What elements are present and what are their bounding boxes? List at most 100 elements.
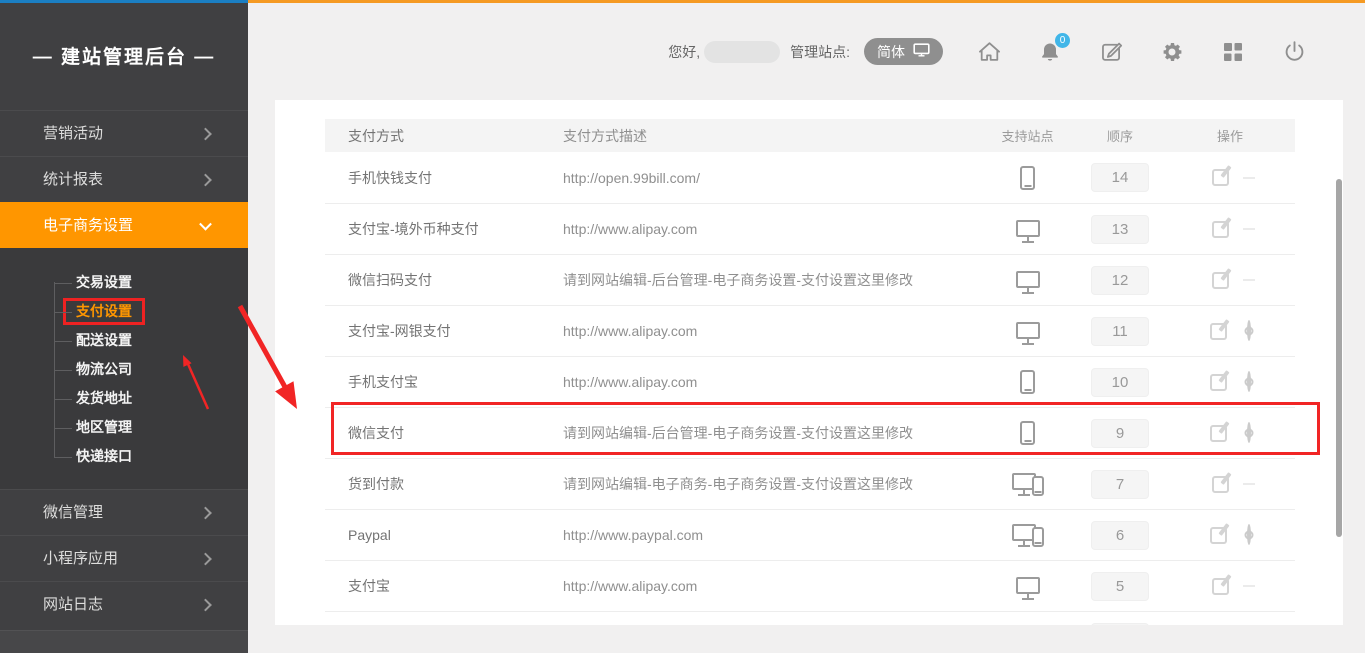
notifications-bell-icon[interactable]: 0 (1037, 39, 1063, 65)
payment-methods-table: 支付方式 支付方式描述 支持站点 顺序 操作 手机快钱支付 http://ope… (325, 119, 1295, 625)
edit-icon[interactable] (1212, 169, 1229, 186)
manage-site-label: 管理站点: (790, 42, 850, 62)
payment-method-desc: http://www.alipay.com (563, 374, 965, 390)
table-row: 支付宝 http://www.alipay.com 5 (325, 560, 1295, 611)
table-row: 手机支付宝 http://www.alipay.com 10 (325, 356, 1295, 407)
payment-method-name: 支付宝-境外币种支付 (325, 219, 563, 239)
sidebar-nav-item[interactable]: 营销活动 (0, 110, 248, 156)
table-row: 支付宝-境外币种支付 http://www.alipay.com 13 (325, 203, 1295, 254)
sidebar-nav-item[interactable]: 微信管理 (0, 489, 248, 535)
visibility-toggle[interactable] (1247, 526, 1251, 544)
chevron-icon (199, 552, 212, 565)
content-card: 支付方式 支付方式描述 支持站点 顺序 操作 手机快钱支付 http://ope… (275, 100, 1343, 625)
payment-method-name: Paypal (325, 527, 563, 543)
settings-gear-icon[interactable] (1159, 39, 1185, 65)
payment-method-name: 支付宝-网银支付 (325, 321, 563, 341)
edit-icon[interactable] (1210, 323, 1227, 340)
order-value: 6 (1091, 521, 1149, 550)
edit-icon[interactable] (1098, 39, 1124, 65)
payment-method-name: 手机支付宝 (325, 372, 563, 392)
sidebar-submenu-item[interactable]: 配送设置 (0, 326, 248, 355)
sidebar-submenu-item[interactable]: 支付设置 (0, 297, 248, 326)
visibility-toggle[interactable] (1247, 322, 1251, 340)
sidebar-submenu-item[interactable]: 物流公司 (0, 355, 248, 384)
greeting-text: 您好, (668, 42, 700, 62)
visibility-toggle[interactable] (1247, 424, 1251, 442)
header-order: 顺序 (1075, 126, 1165, 145)
apps-grid-icon[interactable] (1220, 39, 1246, 65)
visibility-toggle[interactable] (1247, 373, 1251, 391)
payment-method-name: 微信扫码支付 (325, 270, 563, 290)
payment-method-desc: http://www.alipay.com (563, 221, 965, 237)
monitor-icon (1016, 322, 1040, 339)
sidebar-submenu-item[interactable]: 交易设置 (0, 268, 248, 297)
phone-icon (1020, 421, 1035, 445)
eye-open-icon (1247, 371, 1251, 392)
table-row: 手机快钱支付 http://open.99bill.com/ 14 (325, 152, 1295, 203)
table-row: 微信支付 请到网站编辑-后台管理-电子商务设置-支付设置这里修改 9 (325, 407, 1295, 458)
payment-method-name: 微信支付 (325, 423, 563, 443)
table-row (325, 611, 1295, 625)
chevron-icon (199, 173, 212, 186)
sidebar-nav-item[interactable]: 网站日志 (0, 581, 248, 627)
order-value: 9 (1091, 419, 1149, 448)
payment-method-desc: http://open.99bill.com/ (563, 170, 965, 186)
home-icon[interactable] (976, 39, 1002, 65)
eye-open-icon (1247, 524, 1251, 545)
order-value: 13 (1091, 215, 1149, 244)
header-method: 支付方式 (325, 126, 563, 146)
payment-method-desc: http://www.alipay.com (563, 578, 965, 594)
phone-icon (1020, 370, 1035, 394)
topbar: 您好, 管理站点: 简体 0 (248, 0, 1365, 100)
content-top-strip (248, 0, 1365, 3)
chevron-icon (199, 127, 212, 140)
language-label: 简体 (877, 42, 905, 62)
power-logout-icon[interactable] (1281, 39, 1307, 65)
table-row: 货到付款 请到网站编辑-电子商务-电子商务设置-支付设置这里修改 7 (325, 458, 1295, 509)
username-redacted-pill (704, 41, 780, 63)
phone-icon (1020, 166, 1035, 190)
sidebar-footer (0, 630, 248, 653)
vertical-scrollbar-thumb[interactable] (1336, 179, 1342, 537)
sidebar-submenu-item[interactable]: 地区管理 (0, 413, 248, 442)
monitor-icon (913, 43, 930, 60)
eye-open-icon (1247, 320, 1251, 341)
edit-icon[interactable] (1210, 425, 1227, 442)
sidebar-nav-top: 营销活动 统计报表 电子商务设置 (0, 110, 248, 248)
language-site-button[interactable]: 简体 (864, 38, 943, 65)
edit-icon[interactable] (1212, 578, 1229, 595)
table-row: 微信扫码支付 请到网站编辑-后台管理-电子商务设置-支付设置这里修改 12 (325, 254, 1295, 305)
sidebar-nav-item[interactable]: 小程序应用 (0, 535, 248, 581)
edit-icon[interactable] (1210, 527, 1227, 544)
sidebar-submenu-item[interactable]: 快递接口 (0, 442, 248, 471)
sidebar: — 建站管理后台 — 营销活动 统计报表 电子商务设置 交易设置 支付设置 配送… (0, 0, 248, 653)
edit-icon[interactable] (1210, 374, 1227, 391)
header-sites: 支持站点 (965, 126, 1075, 145)
edit-icon[interactable] (1212, 221, 1229, 238)
sidebar-nav-bottom: 微信管理 小程序应用 网站日志 (0, 489, 248, 627)
sidebar-nav-item[interactable]: 统计报表 (0, 156, 248, 202)
edit-icon[interactable] (1212, 476, 1229, 493)
order-value: 7 (1091, 470, 1149, 499)
sidebar-nav-item[interactable]: 电子商务设置 (0, 202, 248, 248)
payment-method-desc: http://www.alipay.com (563, 323, 965, 339)
payment-method-desc: 请到网站编辑-电子商务-电子商务设置-支付设置这里修改 (563, 474, 965, 494)
chevron-icon (199, 217, 212, 230)
monitor-icon (1016, 220, 1040, 237)
app-logo: — 建站管理后台 — (0, 0, 248, 110)
order-value (1091, 623, 1149, 626)
payment-method-desc: 请到网站编辑-后台管理-电子商务设置-支付设置这里修改 (563, 423, 965, 443)
sidebar-submenu-item[interactable]: 发货地址 (0, 384, 248, 413)
table-row: Paypal http://www.paypal.com 6 (325, 509, 1295, 560)
eye-open-icon (1247, 422, 1251, 443)
header-desc: 支付方式描述 (563, 126, 965, 146)
sidebar-submenu: 交易设置 支付设置 配送设置 物流公司 发货地址 地区管理 快递接口 (0, 248, 248, 489)
monitor-icon (1016, 577, 1040, 594)
order-value: 10 (1091, 368, 1149, 397)
edit-icon[interactable] (1212, 272, 1229, 289)
table-header-row: 支付方式 支付方式描述 支持站点 顺序 操作 (325, 119, 1295, 152)
payment-method-name: 货到付款 (325, 474, 563, 494)
chevron-icon (199, 598, 212, 611)
payment-method-name: 支付宝 (325, 576, 563, 596)
notification-badge: 0 (1055, 33, 1070, 48)
